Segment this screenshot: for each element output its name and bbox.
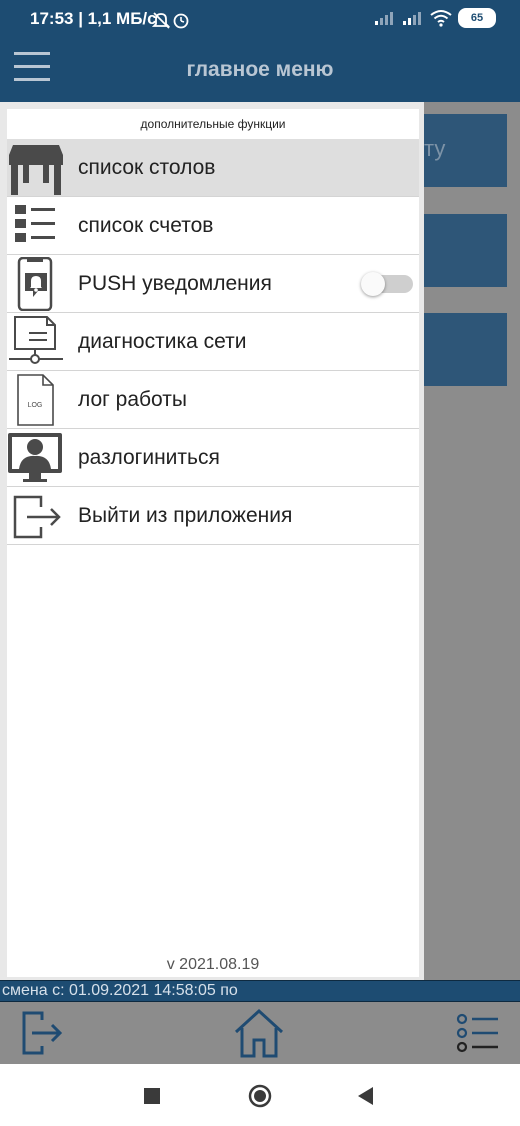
- status-right-icons: 65: [374, 8, 496, 28]
- menu-item-bills[interactable]: список счетов: [7, 197, 419, 255]
- silent-alarm-icons: [151, 12, 189, 29]
- battery-icon: 65: [458, 8, 496, 28]
- log-file-icon: LOG: [7, 373, 65, 427]
- menu-item-push[interactable]: PUSH уведомления: [7, 255, 419, 313]
- navigation-drawer: дополнительные функции список столов спи…: [0, 102, 424, 980]
- menu-item-label: разлогиниться: [78, 445, 220, 469]
- exit-button[interactable]: [14, 1006, 68, 1060]
- back-icon[interactable]: [358, 1087, 374, 1110]
- drawer-header: дополнительные функции: [140, 117, 286, 131]
- menu-item-network-diagnostics[interactable]: диагностика сети: [7, 313, 419, 371]
- app-version: v 2021.08.19: [166, 956, 260, 973]
- exit-icon: [7, 489, 65, 543]
- menu-item-label: Выйти из приложения: [78, 503, 293, 527]
- notification-phone-icon: [7, 256, 65, 312]
- toggle-knob: [361, 272, 385, 296]
- shift-text: смена с: 01.09.2021 14:58:05 по: [2, 982, 238, 999]
- system-nav-bar: [0, 1064, 520, 1126]
- table-icon: [7, 141, 65, 195]
- menu-item-exit[interactable]: Выйти из приложения: [7, 487, 419, 545]
- home-nav-icon[interactable]: [248, 1084, 272, 1113]
- menu-item-label: список счетов: [78, 213, 214, 237]
- shift-bar: смена с: 01.09.2021 14:58:05 по: [0, 980, 520, 1002]
- push-toggle[interactable]: [361, 272, 413, 296]
- page-title: главное меню: [186, 58, 334, 81]
- exit-icon: [22, 1011, 63, 1055]
- menu-item-label: лог работы: [78, 387, 187, 411]
- bottom-toolbar: [0, 1002, 520, 1064]
- drawer-panel: дополнительные функции список столов спи…: [7, 109, 419, 977]
- menu-item-label: диагностика сети: [78, 329, 247, 353]
- list-icon: [456, 1013, 498, 1053]
- user-logout-icon: [7, 431, 65, 485]
- menu-item-logout[interactable]: разлогиниться: [7, 429, 419, 487]
- svg-text:LOG: LOG: [28, 402, 43, 409]
- network-diagnostics-icon: [7, 315, 65, 369]
- recent-apps-icon[interactable]: [144, 1088, 160, 1109]
- home-button[interactable]: [232, 1006, 286, 1060]
- menu-item-label: список столов: [78, 155, 216, 179]
- background-tile[interactable]: [424, 214, 507, 287]
- status-bar: 17:53 | 1,1 МБ/с 65: [0, 0, 520, 38]
- menu-item-label: PUSH уведомления: [78, 271, 272, 295]
- signal-icon: [375, 12, 393, 25]
- status-text: 17:53 | 1,1 МБ/с: [30, 9, 157, 28]
- list-button[interactable]: [452, 1006, 506, 1060]
- menu-item-log[interactable]: LOG лог работы: [7, 371, 419, 429]
- menu-item-tables[interactable]: список столов: [7, 139, 419, 197]
- background-tile[interactable]: ту: [424, 114, 507, 187]
- background-tile[interactable]: [424, 313, 507, 386]
- home-icon: [234, 1008, 284, 1058]
- list-icon: [7, 199, 65, 253]
- app-bar: главное меню: [0, 38, 520, 102]
- status-icons: [151, 10, 192, 35]
- signal-icon-2: [403, 12, 421, 25]
- wifi-icon: [430, 10, 452, 27]
